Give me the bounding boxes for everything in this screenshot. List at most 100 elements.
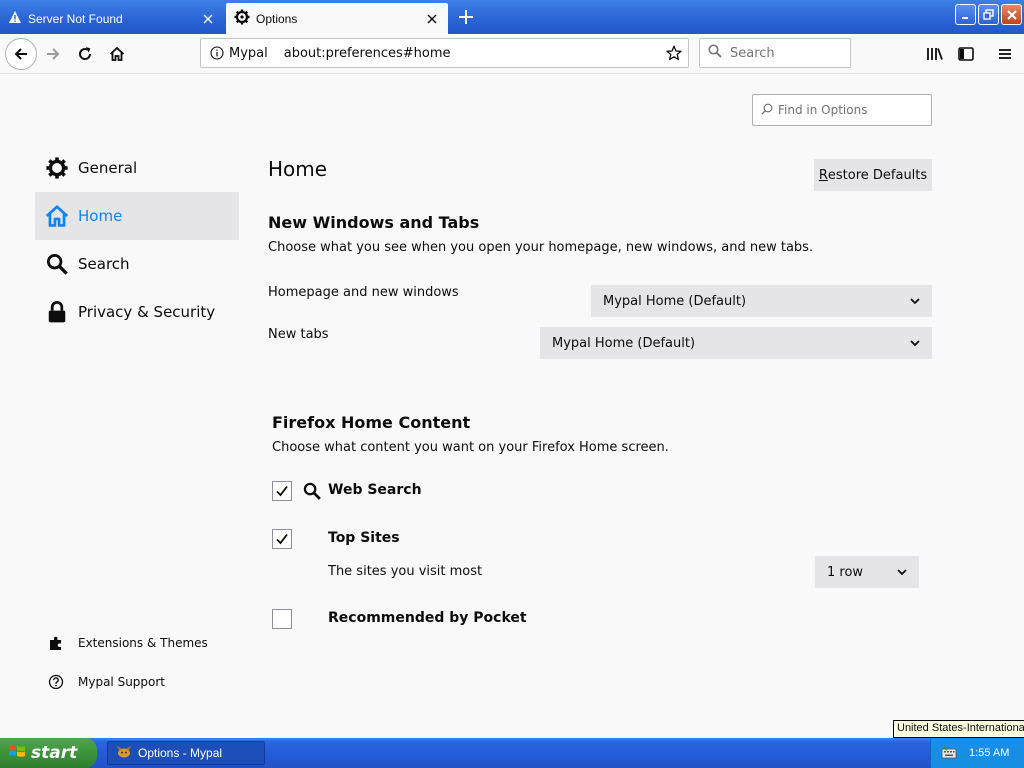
navigation-toolbar: Mypal about:preferences#home Search (0, 34, 1024, 74)
back-arrow-icon (14, 48, 27, 60)
tab-label: Server Not Found (28, 11, 123, 26)
category-privacy-security[interactable]: Privacy & Security (35, 288, 239, 336)
category-label: Privacy & Security (78, 303, 216, 321)
language-tooltip: United States-International (893, 720, 1024, 738)
back-button[interactable] (5, 38, 37, 70)
restore-defaults-button[interactable]: Restore Defaults (814, 159, 932, 191)
warning-icon (8, 10, 22, 28)
mypal-support-link[interactable]: Mypal Support (46, 674, 165, 690)
search-icon (44, 251, 70, 277)
system-tray: 1:55 AM (930, 738, 1024, 768)
homepage-select[interactable]: Mypal Home (Default) (591, 285, 932, 317)
identity-label: Mypal (229, 45, 268, 61)
restore-label: estore Defaults (827, 167, 928, 183)
search-icon (761, 103, 773, 118)
search-input[interactable]: Search (699, 38, 851, 68)
chevron-down-icon (885, 568, 919, 576)
home-button[interactable] (102, 39, 132, 69)
footer-label: Extensions & Themes (78, 636, 208, 650)
tab-label: Options (256, 11, 298, 26)
home-icon (44, 203, 70, 229)
gear-icon (44, 155, 70, 181)
puzzle-icon (46, 635, 66, 651)
library-icon (927, 48, 943, 60)
mypal-app-icon (116, 745, 132, 762)
new-tab-button[interactable] (452, 5, 480, 29)
library-button[interactable] (920, 39, 950, 69)
bookmark-star-icon[interactable] (660, 45, 688, 61)
sidebar-toggle-button[interactable] (951, 39, 981, 69)
checkmark-icon (276, 485, 288, 497)
restore-window-button[interactable] (978, 4, 999, 25)
top-sites-description: The sites you visit most (328, 564, 483, 579)
taskbar-item-mypal[interactable]: Options - Mypal (107, 741, 265, 765)
clock[interactable]: 1:55 AM (969, 747, 1009, 759)
close-icon (1006, 9, 1017, 20)
page-title: Home (268, 157, 328, 181)
url-bar[interactable]: Mypal about:preferences#home (200, 38, 689, 68)
restore-accesskey: R (818, 167, 828, 183)
category-label: Search (78, 255, 130, 273)
pocket-label: Recommended by Pocket (328, 610, 527, 626)
web-search-checkbox[interactable] (272, 481, 292, 501)
category-search[interactable]: Search (35, 240, 239, 288)
menu-button[interactable] (990, 39, 1020, 69)
section-title-new-windows: New Windows and Tabs (268, 213, 480, 232)
new-tabs-label: New tabs (268, 327, 329, 342)
taskbar-item-label: Options - Mypal (138, 746, 223, 760)
help-icon (46, 674, 66, 690)
category-general[interactable]: General (35, 144, 239, 192)
web-search-label: Web Search (328, 482, 422, 498)
tab-server-not-found[interactable]: Server Not Found (0, 3, 224, 34)
chevron-down-icon (898, 297, 932, 305)
section-description: Choose what content you want on your Fir… (272, 440, 669, 455)
keyboard-language-icon[interactable] (941, 745, 957, 762)
start-label: start (31, 743, 78, 763)
close-window-button[interactable] (1001, 4, 1022, 25)
top-sites-rows-select[interactable]: 1 row (815, 556, 919, 588)
home-icon (109, 46, 125, 61)
section-title-home-content: Firefox Home Content (272, 413, 471, 432)
minimize-icon (961, 16, 968, 19)
close-tab-icon[interactable] (424, 11, 440, 27)
chevron-down-icon (898, 339, 932, 347)
extensions-themes-link[interactable]: Extensions & Themes (46, 635, 208, 651)
footer-label: Mypal Support (78, 675, 166, 689)
url-text[interactable]: about:preferences#home (284, 46, 660, 61)
hamburger-menu-icon (999, 49, 1011, 59)
new-tabs-select[interactable]: Mypal Home (Default) (540, 327, 932, 359)
tab-bar: Server Not Found Options (0, 0, 1024, 34)
close-tab-icon[interactable] (200, 11, 216, 27)
checkmark-icon (276, 533, 288, 545)
sidebar-icon (958, 47, 974, 61)
taskbar: start Options - Mypal 1:55 AM (0, 738, 1024, 768)
windows-logo-icon (8, 743, 26, 764)
plus-icon (459, 10, 473, 24)
forward-arrow-icon (47, 48, 60, 60)
new-tabs-select-value: Mypal Home (Default) (552, 335, 696, 351)
top-sites-label: Top Sites (328, 530, 400, 546)
search-icon (708, 44, 722, 62)
homepage-select-value: Mypal Home (Default) (603, 293, 747, 309)
tab-options[interactable]: Options (226, 3, 448, 34)
homepage-label: Homepage and new windows (268, 285, 459, 300)
category-label: Home (78, 207, 123, 225)
lock-icon (44, 299, 70, 325)
category-home[interactable]: Home (35, 192, 239, 240)
find-placeholder: Find in Options (778, 103, 868, 117)
reload-button[interactable] (70, 39, 100, 69)
preferences-page: Find in Options General Home Search Priv… (0, 74, 1024, 738)
site-identity[interactable]: Mypal (201, 46, 284, 61)
pocket-checkbox[interactable] (272, 609, 292, 629)
forward-button[interactable] (38, 39, 68, 69)
search-icon (303, 482, 321, 504)
minimize-button[interactable] (955, 4, 976, 25)
rows-select-value: 1 row (827, 564, 864, 580)
start-button[interactable]: start (0, 738, 97, 768)
find-in-options-input[interactable]: Find in Options (752, 94, 932, 126)
search-placeholder: Search (730, 45, 775, 61)
reload-icon (79, 47, 92, 60)
restore-window-icon (983, 9, 994, 20)
top-sites-checkbox[interactable] (272, 529, 292, 549)
info-icon (210, 46, 224, 60)
